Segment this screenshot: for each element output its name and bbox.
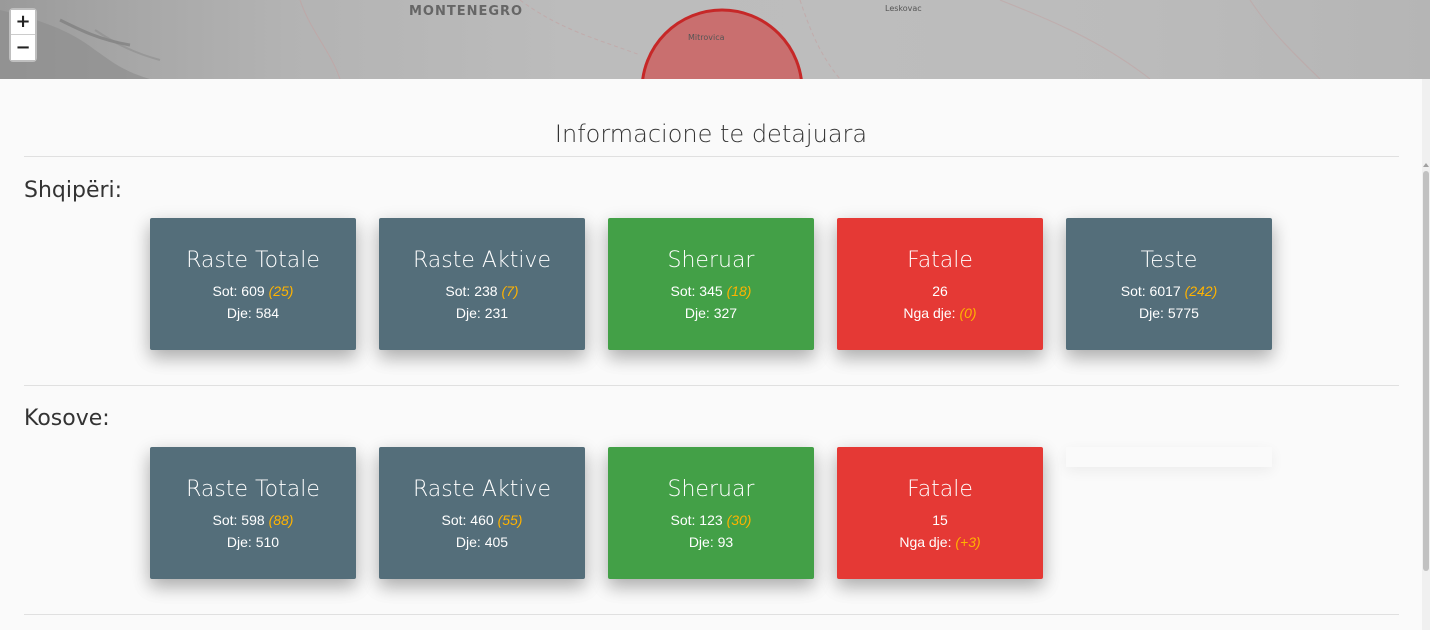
card-deaths: Fatale 26 Nga dje: (0) [837, 218, 1043, 350]
divider [24, 385, 1399, 386]
today-delta: (55) [497, 512, 523, 528]
today-delta: (242) [1184, 283, 1218, 299]
yesterday-value: Dje: 327 [684, 305, 738, 321]
zoom-in-button[interactable]: + [11, 10, 35, 35]
card-tests: Teste Sot: 6017 (242) Dje: 5775 [1066, 218, 1272, 350]
map-label-mitrovica: Mitrovica [688, 33, 725, 42]
yesterday-value: Dje: 93 [688, 534, 734, 550]
card-title: Raste Totale [186, 248, 320, 273]
card-title: Sheruar [667, 477, 755, 502]
today-delta: (7) [501, 283, 519, 299]
card-title: Teste [1140, 248, 1198, 273]
since-yesterday-delta: (0) [959, 305, 977, 321]
total-value: 26 [932, 283, 948, 299]
card-title: Raste Totale [186, 477, 320, 502]
since-yesterday-delta: (+3) [955, 534, 981, 550]
card-title: Sheruar [667, 248, 755, 273]
yesterday-value: Dje: 584 [226, 305, 280, 321]
today-delta: (25) [268, 283, 294, 299]
country-name-kosovo: Kosove: [24, 406, 110, 431]
today-value: Sot: 6017 [1120, 283, 1181, 299]
card-recovered: Sheruar Sot: 345 (18) Dje: 327 [608, 218, 814, 350]
today-value: Sot: 123 [670, 512, 723, 528]
card-title: Fatale [907, 477, 973, 502]
card-active-cases: Raste Aktive Sot: 460 (55) Dje: 405 [379, 447, 585, 579]
since-yesterday-label: Nga dje: [903, 305, 956, 321]
today-value: Sot: 345 [670, 283, 723, 299]
section-title: Informacione te detajuara [554, 120, 868, 148]
today-value: Sot: 238 [445, 283, 498, 299]
today-delta: (88) [268, 512, 294, 528]
card-total-cases: Raste Totale Sot: 609 (25) Dje: 584 [150, 218, 356, 350]
card-deaths: Fatale 15 Nga dje: (+3) [837, 447, 1043, 579]
card-active-cases: Raste Aktive Sot: 238 (7) Dje: 231 [379, 218, 585, 350]
yesterday-value: Dje: 231 [455, 305, 509, 321]
yesterday-value: Dje: 510 [226, 534, 280, 550]
since-yesterday-label: Nga dje: [899, 534, 952, 550]
divider [24, 614, 1399, 615]
map-label-country: MONTENEGRO [409, 4, 524, 19]
country-name-albania: Shqipëri: [24, 178, 123, 203]
yesterday-value: Dje: 5775 [1139, 305, 1199, 321]
today-delta: (30) [726, 512, 752, 528]
scroll-up-arrow[interactable] [1423, 163, 1429, 167]
card-total-cases: Raste Totale Sot: 598 (88) Dje: 510 [150, 447, 356, 579]
yesterday-value: Dje: 405 [455, 534, 509, 550]
map-view[interactable]: MONTENEGRO Mitrovica Leskovac + − [0, 0, 1430, 79]
today-value: Sot: 609 [212, 283, 265, 299]
case-marker [641, 8, 803, 79]
today-value: Sot: 460 [441, 512, 494, 528]
card-title: Raste Aktive [413, 248, 551, 273]
card-recovered: Sheruar Sot: 123 (30) Dje: 93 [608, 447, 814, 579]
card-title: Fatale [907, 248, 973, 273]
zoom-control: + − [9, 8, 37, 62]
today-value: Sot: 598 [212, 512, 265, 528]
scroll-thumb[interactable] [1423, 171, 1429, 571]
placeholder-card [1066, 447, 1272, 467]
page-scrollbar[interactable] [1422, 79, 1430, 630]
map-label-leskovac: Leskovac [885, 4, 922, 13]
today-delta: (18) [726, 283, 752, 299]
divider [24, 156, 1399, 157]
zoom-out-button[interactable]: − [11, 35, 35, 60]
total-value: 15 [932, 512, 948, 528]
card-title: Raste Aktive [413, 477, 551, 502]
